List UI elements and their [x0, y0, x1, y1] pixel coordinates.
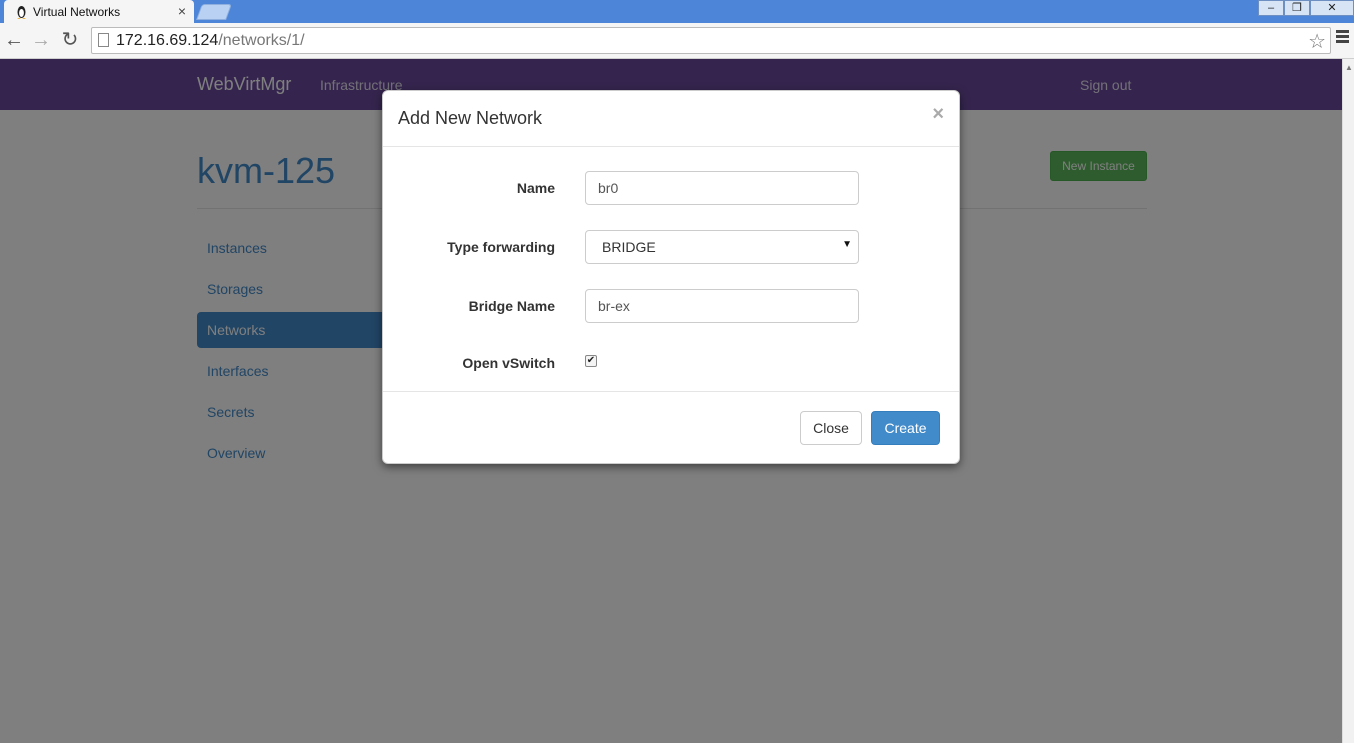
modal-body: Name br0 Type forwarding BRIDGE ▼ Bridge… [383, 147, 959, 391]
bridge-name-input[interactable]: br-ex [585, 289, 859, 323]
modal-footer: Close Create [383, 391, 959, 464]
add-network-modal: Add New Network × Name br0 Type forwardi… [382, 90, 960, 464]
modal-title: Add New Network [398, 108, 543, 128]
penguin-favicon-icon [17, 6, 26, 19]
bookmark-star-icon[interactable]: ☆ [1308, 29, 1326, 54]
browser-tabstrip: Virtual Networks × – ❐ ✕ [0, 0, 1354, 23]
name-label: Name [516, 180, 555, 196]
url-text: 172.16.69.124/networks/1/ [116, 32, 305, 49]
browser-menu-icon[interactable] [1336, 30, 1352, 50]
window-close-icon[interactable]: ✕ [1310, 0, 1354, 16]
minimize-icon[interactable]: – [1258, 0, 1284, 16]
browser-toolbar: ← → ↻ 172.16.69.124/networks/1/ ☆ [0, 23, 1354, 59]
bridge-name-row: Bridge Name br-ex [383, 289, 961, 323]
modal-close-icon[interactable]: × [932, 103, 944, 126]
new-tab-button[interactable] [196, 4, 232, 20]
chevron-down-icon: ▼ [842, 239, 852, 250]
open-vswitch-label: Open vSwitch [462, 355, 555, 371]
forward-arrow-icon[interactable]: → [30, 29, 52, 51]
type-forwarding-row: Type forwarding BRIDGE ▼ [383, 230, 961, 264]
window-controls: – ❐ ✕ [1258, 0, 1354, 16]
vertical-scrollbar[interactable]: ▲ [1342, 59, 1354, 743]
reload-icon[interactable]: ↻ [59, 29, 81, 51]
name-row: Name br0 [383, 171, 961, 205]
name-input[interactable]: br0 [585, 171, 859, 205]
tab-close-icon[interactable]: × [178, 3, 186, 19]
checkmark-icon: ✔ [586, 355, 596, 366]
type-forwarding-value: BRIDGE [602, 239, 656, 255]
close-button[interactable]: Close [800, 411, 862, 445]
address-bar[interactable]: 172.16.69.124/networks/1/ ☆ [91, 27, 1331, 54]
open-vswitch-checkbox[interactable]: ✔ [585, 355, 597, 367]
restore-icon[interactable]: ❐ [1284, 0, 1310, 16]
browser-tab[interactable]: Virtual Networks × [4, 0, 194, 23]
scroll-up-icon[interactable]: ▲ [1345, 63, 1353, 72]
type-forwarding-select[interactable]: BRIDGE ▼ [585, 230, 859, 264]
modal-header: Add New Network × [383, 91, 959, 147]
back-arrow-icon[interactable]: ← [3, 29, 25, 51]
tab-title: Virtual Networks [33, 4, 121, 19]
create-button[interactable]: Create [871, 411, 940, 445]
open-vswitch-row: Open vSwitch ✔ [383, 355, 961, 389]
page-icon [98, 33, 109, 47]
type-forwarding-label: Type forwarding [447, 239, 555, 255]
page-viewport: WebVirtMgr Infrastructure Sign out kvm-1… [0, 59, 1342, 743]
bridge-name-label: Bridge Name [468, 298, 555, 314]
